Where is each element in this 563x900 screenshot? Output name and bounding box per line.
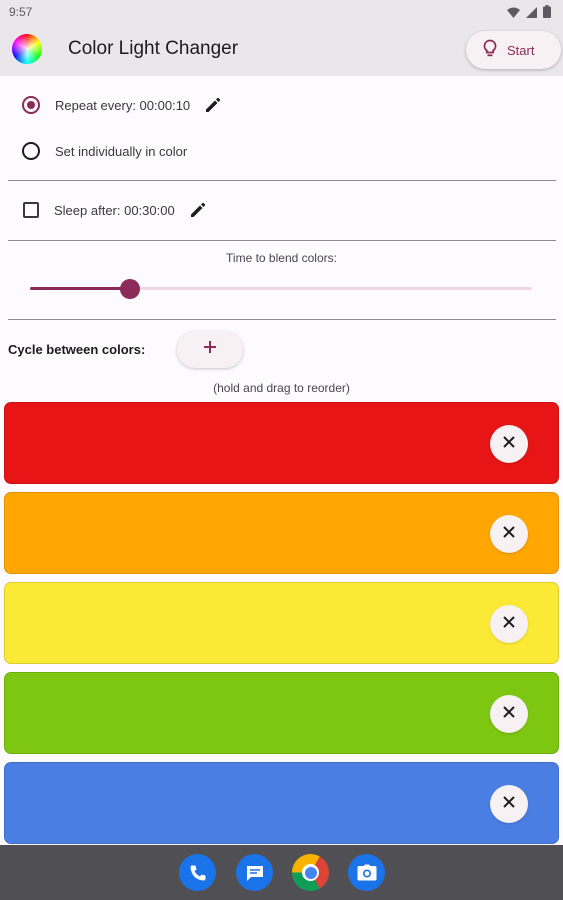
signal-icon bbox=[526, 5, 537, 23]
divider bbox=[8, 319, 556, 320]
status-time: 9:57 bbox=[9, 5, 33, 19]
remove-color-button[interactable] bbox=[490, 425, 528, 463]
edit-repeat-icon[interactable] bbox=[204, 96, 222, 114]
close-icon bbox=[503, 615, 515, 633]
sleep-label: Sleep after: 00:30:00 bbox=[54, 202, 175, 218]
close-icon bbox=[503, 525, 515, 543]
remove-color-button[interactable] bbox=[490, 605, 528, 643]
nav-bar bbox=[0, 845, 563, 900]
blend-slider[interactable] bbox=[30, 279, 532, 299]
color-swatch-orange[interactable] bbox=[4, 492, 559, 574]
add-color-button[interactable] bbox=[177, 331, 243, 368]
messages-icon[interactable] bbox=[236, 854, 273, 891]
edit-sleep-icon[interactable] bbox=[189, 201, 207, 219]
lightbulb-icon bbox=[483, 39, 497, 62]
start-button[interactable]: Start bbox=[466, 31, 561, 69]
remove-color-button[interactable] bbox=[490, 515, 528, 553]
plus-icon bbox=[203, 340, 217, 359]
divider bbox=[8, 240, 556, 241]
sleep-checkbox[interactable] bbox=[23, 202, 39, 218]
status-icons bbox=[507, 5, 551, 23]
repeat-radio[interactable] bbox=[22, 96, 40, 114]
start-label: Start bbox=[507, 42, 535, 58]
individual-label: Set individually in color bbox=[55, 143, 188, 159]
wifi-icon bbox=[507, 5, 520, 23]
remove-color-button[interactable] bbox=[490, 695, 528, 733]
repeat-label: Repeat every: 00:00:10 bbox=[55, 97, 191, 113]
status-bar: 9:57 bbox=[0, 0, 563, 24]
chrome-icon[interactable] bbox=[292, 854, 329, 891]
blend-label: Time to blend colors: bbox=[226, 251, 337, 265]
close-icon bbox=[503, 435, 515, 453]
reorder-hint: (hold and drag to reorder) bbox=[213, 381, 350, 395]
phone-icon[interactable] bbox=[179, 854, 216, 891]
remove-color-button[interactable] bbox=[490, 785, 528, 823]
app-bar: Color Light Changer Start bbox=[0, 24, 563, 76]
color-wheel-icon bbox=[12, 34, 42, 64]
divider bbox=[8, 180, 556, 181]
camera-icon[interactable] bbox=[348, 854, 385, 891]
individual-option[interactable]: Set individually in color bbox=[0, 141, 563, 161]
cycle-label: Cycle between colors: bbox=[8, 342, 146, 357]
close-icon bbox=[503, 795, 515, 813]
color-swatch-yellow[interactable] bbox=[4, 582, 559, 664]
color-swatch-green[interactable] bbox=[4, 672, 559, 754]
close-icon bbox=[503, 705, 515, 723]
sleep-option[interactable]: Sleep after: 00:30:00 bbox=[0, 200, 563, 220]
color-swatch-red[interactable] bbox=[4, 402, 559, 484]
page-title: Color Light Changer bbox=[68, 38, 239, 59]
repeat-option[interactable]: Repeat every: 00:00:10 bbox=[0, 95, 563, 115]
color-swatch-blue[interactable] bbox=[4, 762, 559, 844]
individual-radio[interactable] bbox=[22, 142, 40, 160]
battery-icon bbox=[543, 5, 551, 23]
slider-fill bbox=[30, 287, 131, 290]
slider-thumb[interactable] bbox=[120, 279, 141, 299]
